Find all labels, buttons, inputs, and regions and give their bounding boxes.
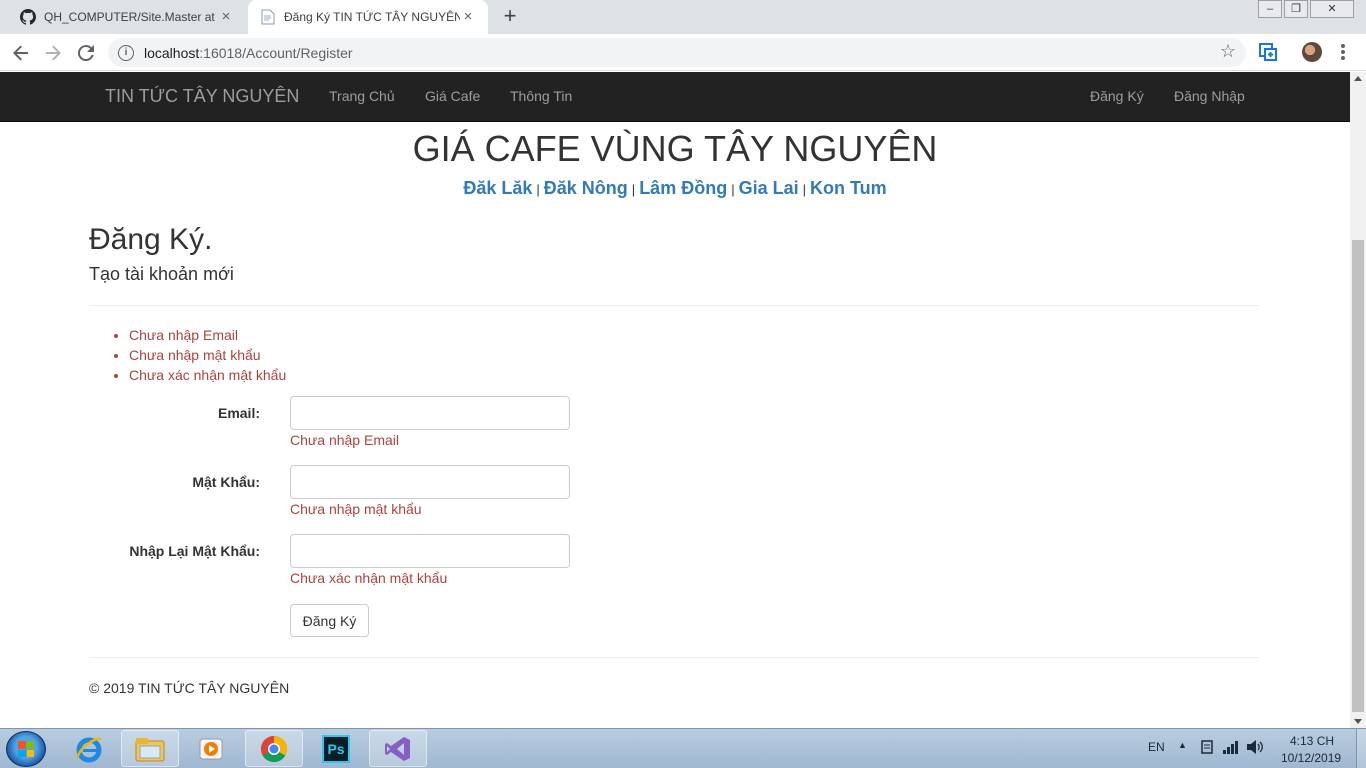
address-bar[interactable]: i localhost:16018/Account/Register ☆ (108, 38, 1246, 67)
email-label: Email: (217, 405, 260, 421)
tab-github[interactable]: QH_COMPUTER/Site.Master at m × (8, 0, 246, 34)
page-viewport: TIN TỨC TÂY NGUYÊN Trang Chủ Giá Cafe Th… (0, 72, 1350, 728)
navbar-brand[interactable]: TIN TỨC TÂY NGUYÊN (105, 72, 299, 122)
confirm-password-error: Chưa xác nhận mật khẩu (290, 570, 448, 586)
validation-message: Chưa nhập Email (129, 327, 286, 347)
restore-icon[interactable]: ❐ (1284, 0, 1308, 18)
minimize-icon[interactable]: – (1258, 0, 1282, 18)
photoshop-label: Ps (322, 734, 350, 763)
page-subtitle: Tạo tài khoản mới (89, 264, 234, 284)
clock-date[interactable]: 10/12/2019 (1281, 751, 1341, 765)
tab-register[interactable]: Đăng Ký TIN TỨC TÂY NGUYÊN × (248, 0, 488, 34)
email-field[interactable] (290, 396, 570, 430)
nav-link-coffee-price[interactable]: Giá Cafe (425, 72, 480, 122)
windows-logo-icon (18, 741, 34, 757)
close-window-icon[interactable]: ✕ (1310, 0, 1354, 18)
file-explorer-icon[interactable] (121, 730, 179, 767)
site-navbar: TIN TỨC TÂY NGUYÊN Trang Chủ Giá Cafe Th… (0, 72, 1350, 122)
new-tab-button[interactable]: + (498, 5, 522, 29)
nav-link-register[interactable]: Đăng Ký (1090, 72, 1144, 122)
password-label: Mật Khẩu: (192, 474, 260, 490)
visual-studio-icon[interactable] (369, 730, 427, 767)
password-field[interactable] (290, 465, 570, 499)
separator: | (802, 182, 806, 197)
province-link-daklak[interactable]: Đăk Lăk (463, 178, 532, 198)
divider (89, 305, 1260, 306)
tab-close-icon[interactable]: × (460, 9, 476, 25)
nav-link-home[interactable]: Trang Chủ (329, 72, 395, 122)
start-button[interactable] (6, 731, 46, 767)
browser-tabstrip: QH_COMPUTER/Site.Master at m × Đăng Ký T… (0, 0, 1366, 34)
page-scrollbar[interactable] (1350, 72, 1366, 728)
scrollbar-thumb[interactable] (1352, 240, 1364, 712)
nav-link-info[interactable]: Thông Tin (510, 72, 572, 122)
language-indicator[interactable]: EN (1148, 740, 1165, 754)
validation-summary: Chưa nhập Email Chưa nhập mật khẩu Chưa … (129, 327, 286, 387)
taskbar: Ps EN ▲ 4:13 CH 10/12/2019 (0, 728, 1366, 768)
volume-icon[interactable] (1246, 739, 1264, 758)
network-icon[interactable] (1222, 739, 1240, 758)
reload-icon[interactable] (73, 40, 99, 66)
register-button[interactable]: Đăng Ký (290, 604, 369, 637)
separator: | (631, 182, 636, 197)
scroll-down-icon[interactable] (1354, 719, 1362, 724)
site-title: GIÁ CAFE VÙNG TÂY NGUYÊN (412, 128, 938, 169)
confirm-password-label: Nhập Lại Mật Khẩu: (129, 543, 260, 559)
show-desktop-button[interactable] (1356, 729, 1366, 768)
province-link-daknong[interactable]: Đăk Nông (544, 178, 628, 198)
menu-icon[interactable] (1338, 42, 1348, 62)
browser-toolbar: i localhost:16018/Account/Register ☆ (0, 34, 1366, 71)
avatar[interactable] (1302, 42, 1322, 62)
ie-icon[interactable] (60, 730, 118, 767)
forward-icon[interactable] (40, 40, 66, 66)
province-link-lamdong[interactable]: Lâm Đồng (639, 178, 727, 198)
chrome-icon[interactable] (245, 730, 303, 767)
clock-time[interactable]: 4:13 CH (1290, 734, 1334, 748)
validation-message: Chưa xác nhận mật khẩu (129, 367, 286, 387)
province-links: Đăk Lăk | Đăk Nông | Lâm Đồng | Gia Lai | Kon Tu… (0, 178, 1350, 199)
footer-copyright: © 2019 TIN TỨC TÂY NGUYÊN (89, 680, 290, 696)
show-hidden-icons-icon[interactable]: ▲ (1178, 740, 1187, 750)
confirm-password-field[interactable] (290, 534, 570, 568)
url-text: localhost:16018/Account/Register (144, 44, 353, 61)
back-icon[interactable] (8, 40, 34, 66)
site-info-icon[interactable]: i (118, 44, 134, 61)
password-error: Chưa nhập mật khẩu (290, 501, 422, 517)
separator: | (731, 182, 735, 197)
nav-link-login[interactable]: Đăng Nhập (1174, 72, 1245, 122)
province-link-kontum[interactable]: Kon Tum (810, 178, 887, 198)
window-controls: – ❐ ✕ (1256, 0, 1354, 18)
separator: | (536, 182, 540, 197)
tab-title: QH_COMPUTER/Site.Master at m (44, 10, 218, 24)
tab-close-icon[interactable]: × (218, 9, 234, 25)
page-icon (260, 9, 276, 25)
divider (89, 657, 1260, 658)
extension-icon[interactable] (1258, 42, 1278, 62)
github-icon (20, 9, 36, 25)
tab-title: Đăng Ký TIN TỨC TÂY NGUYÊN (284, 10, 460, 24)
media-player-icon[interactable] (182, 730, 240, 767)
email-error: Chưa nhập Email (290, 432, 399, 448)
action-center-icon[interactable] (1199, 739, 1215, 758)
bookmark-star-icon[interactable]: ☆ (1220, 41, 1236, 62)
scroll-up-icon[interactable] (1354, 76, 1362, 81)
province-link-gialai[interactable]: Gia Lai (739, 178, 799, 198)
photoshop-icon[interactable]: Ps (307, 730, 365, 767)
page-title: Đăng Ký. (89, 223, 213, 256)
validation-message: Chưa nhập mật khẩu (129, 347, 286, 367)
